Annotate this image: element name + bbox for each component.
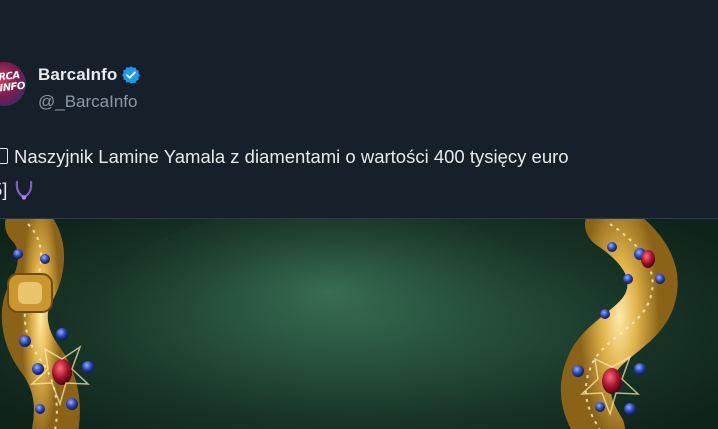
- author-avatar[interactable]: RCA INFO: [0, 62, 26, 106]
- author-display-name[interactable]: BarcaInfo: [38, 65, 117, 85]
- tweet-text-line-1: Naszyjnik Lamine Yamala z diamentami o w…: [0, 140, 718, 173]
- tweet-text-line-2-content: 5]: [0, 179, 8, 200]
- tweet-text-line-1-content: Naszyjnik Lamine Yamala z diamentami o w…: [14, 146, 569, 167]
- necklace-emoji-icon: [13, 178, 35, 200]
- necklace-left-chain: [1, 219, 94, 429]
- avatar-logo-text: RCA INFO: [0, 70, 26, 95]
- author-name-row: BarcaInfo: [38, 64, 141, 86]
- tweet-text-line-2: 5]: [0, 173, 718, 206]
- tweet-text: Naszyjnik Lamine Yamala z diamentami o w…: [0, 140, 718, 206]
- fabric-highlight: [100, 219, 560, 424]
- necklace-photo: [1, 219, 678, 429]
- tweet: RCA INFO BarcaInfo @_BarcaInfo Naszyjnik…: [0, 0, 718, 429]
- necklace-right-chain: [560, 219, 678, 429]
- verified-badge-icon: [121, 65, 141, 85]
- tweet-media-image[interactable]: [0, 218, 718, 429]
- author-handle[interactable]: @_BarcaInfo: [38, 92, 137, 112]
- emoji-box-icon: [0, 148, 8, 164]
